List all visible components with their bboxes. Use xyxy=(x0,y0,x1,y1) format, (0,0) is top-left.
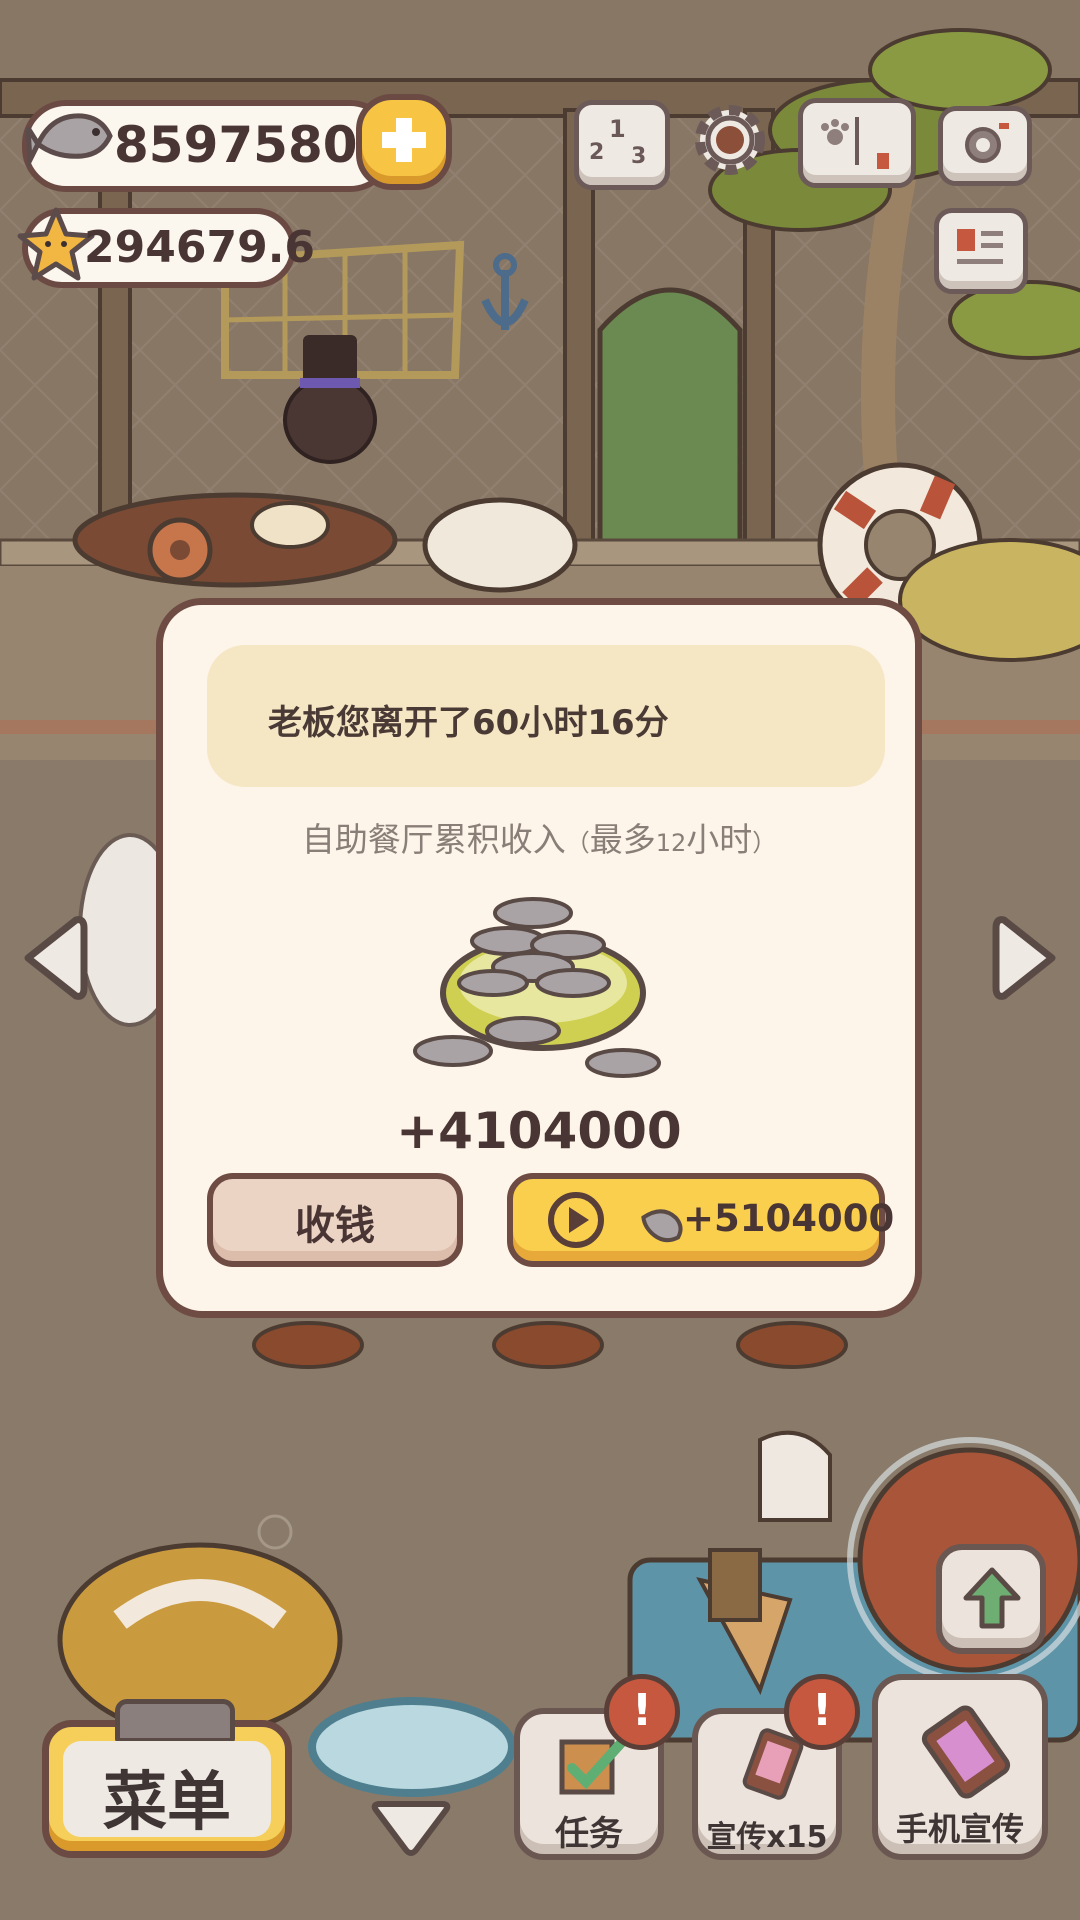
earned-amount: +4104000 xyxy=(396,1102,682,1160)
upgrade-button[interactable] xyxy=(936,1544,1046,1654)
profile-card-button[interactable] xyxy=(934,208,1028,294)
offline-earnings-dialog: 老板您离开了60小时16分 自助餐厅累积收入（最多12小时） +4104000 … xyxy=(156,598,922,1318)
fish-pile-illustration xyxy=(413,883,673,1097)
phone-promote-button-label: 手机宣传 xyxy=(895,1810,1024,1848)
away-message-box: 老板您离开了60小时16分 xyxy=(207,645,885,787)
ad-bonus-amount: +5104000 xyxy=(683,1197,895,1240)
cat-book-button[interactable] xyxy=(798,98,916,188)
phone-icon xyxy=(918,1704,1014,1808)
star-count: 294679.6 xyxy=(84,222,316,273)
watch-ad-bonus-button[interactable]: +5104000 xyxy=(507,1173,894,1267)
chevron-down-icon xyxy=(368,1801,454,1862)
collect-button[interactable]: 收钱 xyxy=(207,1173,463,1267)
away-duration-message: 老板您离开了60小时16分 xyxy=(268,703,669,743)
chevron-left-icon xyxy=(18,916,90,1008)
buy-currency-button[interactable] xyxy=(356,94,452,190)
plus-icon xyxy=(376,112,432,172)
camera-icon xyxy=(957,119,1013,173)
earnings-subtitle: 自助餐厅累积收入（最多12小时） xyxy=(163,813,915,861)
scroll-down-button[interactable] xyxy=(368,1800,454,1862)
up-arrow-icon xyxy=(962,1564,1022,1638)
collect-button-label: 收钱 xyxy=(295,1203,375,1249)
promote-alert-badge: ! xyxy=(784,1674,860,1750)
svg-text:1: 1 xyxy=(609,115,626,143)
menu-button-label: 菜单 xyxy=(103,1766,231,1840)
camera-button[interactable] xyxy=(938,106,1032,186)
fish-icon xyxy=(25,96,118,184)
subtitle-hours-unit: 小时 xyxy=(686,820,753,859)
promote-button-label: 宣传x15 xyxy=(706,1820,828,1855)
subtitle-paren-open: （ xyxy=(565,829,590,857)
settings-button[interactable] xyxy=(684,94,776,186)
gear-icon xyxy=(684,105,776,190)
subtitle-main: 自助餐厅累积收入 xyxy=(301,820,566,859)
ranking-podium-icon: 12 3 xyxy=(585,111,655,177)
tasks-alert-badge: ! xyxy=(604,1674,680,1750)
subtitle-paren-close: ） xyxy=(752,829,777,857)
tasks-button-label: 任务 xyxy=(555,1814,623,1854)
svg-text:2: 2 xyxy=(589,140,604,165)
menu-clip xyxy=(115,1699,235,1743)
id-card-icon xyxy=(949,221,1011,281)
paw-book-icon xyxy=(813,111,901,175)
star-currency-pill: 294679.6 xyxy=(17,207,315,288)
subtitle-max-label: 最多 xyxy=(589,820,656,859)
fish-currency-pill: 8597580 xyxy=(22,100,394,192)
phone-promote-button[interactable]: 手机宣传 xyxy=(872,1674,1048,1860)
svg-text:3: 3 xyxy=(631,144,646,169)
menu-button[interactable]: 菜单 xyxy=(42,1699,292,1858)
previous-area-button[interactable] xyxy=(18,912,90,1008)
chevron-right-icon xyxy=(990,916,1062,1008)
play-icon xyxy=(545,1189,607,1255)
fish-coin-count: 8597580 xyxy=(114,116,358,174)
next-area-button[interactable] xyxy=(990,912,1062,1008)
fish-icon xyxy=(635,1197,687,1251)
subtitle-hours-number: 12 xyxy=(655,829,687,857)
ranking-button[interactable]: 12 3 xyxy=(574,100,670,190)
